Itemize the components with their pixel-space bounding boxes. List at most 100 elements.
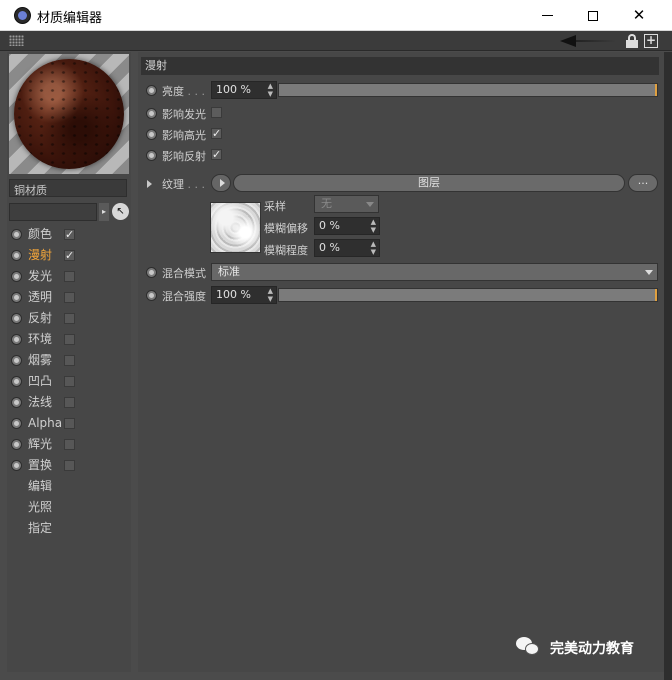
texture-thumbnail[interactable] <box>210 202 261 253</box>
channel-radio[interactable] <box>11 439 22 450</box>
channel-item[interactable]: 漫射 ✓ <box>7 245 131 266</box>
channel-radio[interactable] <box>11 418 22 429</box>
channel-label: 漫射 <box>28 248 53 262</box>
channel-checkbox[interactable] <box>64 397 75 408</box>
material-menu-item[interactable]: 编辑 <box>7 476 131 497</box>
channel-item[interactable]: 凹凸 <box>7 371 131 392</box>
affect-luminance-label: 影响发光 <box>162 108 206 121</box>
affect-specular-checkbox[interactable]: ✓ <box>211 128 222 139</box>
affect-specular-radio[interactable] <box>146 129 157 140</box>
texture-dots: . . . <box>187 178 205 191</box>
blur-offset-input[interactable]: 0 % ▲ ▼ <box>314 217 380 235</box>
section-header-diffuse: 漫射 <box>141 57 659 75</box>
sampling-dropdown[interactable]: 无 <box>314 195 379 213</box>
channel-checkbox[interactable] <box>64 460 75 471</box>
lock-icon[interactable] <box>626 34 638 48</box>
sampling-value: 无 <box>321 197 332 210</box>
texture-more-button[interactable]: ... <box>628 174 658 192</box>
channel-item[interactable]: 环境 <box>7 329 131 350</box>
brightness-slider-handle[interactable] <box>655 84 657 96</box>
channel-item[interactable]: 置换 <box>7 455 131 476</box>
channel-checkbox[interactable] <box>64 313 75 324</box>
blur-scale-input[interactable]: 0 % ▲ ▼ <box>314 239 380 257</box>
channel-radio[interactable] <box>11 397 22 408</box>
close-button[interactable]: ✕ <box>616 0 662 30</box>
channel-radio[interactable] <box>11 313 22 324</box>
channel-checkbox[interactable]: ✓ <box>64 250 75 261</box>
channel-item[interactable]: Alpha <box>7 413 131 434</box>
cinema4d-app-icon <box>14 7 31 24</box>
grip-icon[interactable] <box>9 35 24 46</box>
channel-checkbox[interactable] <box>64 439 75 450</box>
mix-mode-row: 混合模式 标准 <box>138 263 664 283</box>
material-menu-item[interactable]: 光照 <box>7 497 131 518</box>
affect-reflection-checkbox[interactable]: ✓ <box>211 149 222 160</box>
new-window-icon[interactable]: + <box>644 34 658 48</box>
pick-cursor-icon[interactable]: ↖ <box>112 203 129 220</box>
channel-radio[interactable] <box>11 355 22 366</box>
material-search-field[interactable] <box>9 203 97 221</box>
sampling-chevron-down-icon <box>366 202 374 207</box>
channel-radio[interactable] <box>11 334 22 345</box>
title-bar: 材质编辑器 ✕ <box>0 0 672 31</box>
material-name-field[interactable]: 铜材质 <box>9 179 127 197</box>
channel-label: 法线 <box>28 395 53 409</box>
minimize-button[interactable] <box>524 0 570 30</box>
texture-expand-icon[interactable] <box>147 180 152 188</box>
channel-radio[interactable] <box>11 460 22 471</box>
mix-strength-slider[interactable] <box>278 288 658 302</box>
mix-strength-spinner-icon[interactable]: ▲ ▼ <box>268 287 273 303</box>
texture-label: 纹理 <box>162 178 184 191</box>
channel-radio[interactable] <box>11 292 22 303</box>
channel-item[interactable]: 透明 <box>7 287 131 308</box>
brightness-spinner-icon[interactable]: ▲ ▼ <box>268 82 273 98</box>
affect-luminance-radio[interactable] <box>146 108 157 119</box>
mix-mode-radio[interactable] <box>146 267 157 278</box>
blur-scale-label: 模糊程度 <box>264 244 308 257</box>
mix-mode-chevron-down-icon <box>645 270 653 275</box>
maximize-button[interactable] <box>570 0 616 30</box>
channel-checkbox[interactable]: ✓ <box>64 229 75 240</box>
blur-offset-spinner-icon[interactable]: ▲ ▼ <box>371 218 376 234</box>
channel-item[interactable]: 辉光 <box>7 434 131 455</box>
affect-reflection-row: 影响反射 ✓ <box>138 146 338 166</box>
back-arrow-icon[interactable] <box>560 35 576 47</box>
affect-specular-label: 影响高光 <box>162 129 206 142</box>
wechat-icon <box>516 637 540 657</box>
blur-offset-value: 0 % <box>319 219 340 232</box>
channel-item[interactable]: 反射 <box>7 308 131 329</box>
layer-button[interactable]: 图层 <box>233 174 625 192</box>
channel-radio[interactable] <box>11 271 22 282</box>
channel-item[interactable]: 发光 <box>7 266 131 287</box>
channel-checkbox[interactable] <box>64 355 75 366</box>
texture-menu-button[interactable] <box>211 174 231 192</box>
channel-item[interactable]: 烟雾 <box>7 350 131 371</box>
brightness-slider[interactable] <box>278 83 658 97</box>
channel-checkbox[interactable] <box>64 376 75 387</box>
material-preview[interactable] <box>9 54 129 174</box>
channel-item[interactable]: 法线 <box>7 392 131 413</box>
mix-mode-dropdown[interactable]: 标准 <box>211 263 658 281</box>
affect-luminance-checkbox[interactable] <box>211 107 222 118</box>
affect-luminance-row: 影响发光 <box>138 104 338 124</box>
channel-checkbox[interactable] <box>64 271 75 282</box>
channel-checkbox[interactable] <box>64 418 75 429</box>
affect-reflection-radio[interactable] <box>146 150 157 161</box>
channel-radio[interactable] <box>11 229 22 240</box>
brightness-input[interactable]: 100 % ▲ ▼ <box>211 81 277 99</box>
left-panel: 铜材质 ▸ ↖ 颜色 ✓ 漫射 ✓ 发光 透明反射环境 烟雾 凹凸法线 Alpha 辉光 置换 编辑光… <box>7 52 131 672</box>
channel-checkbox[interactable] <box>64 334 75 345</box>
search-arrow-icon[interactable]: ▸ <box>99 203 109 221</box>
channel-label: 反射 <box>28 311 53 325</box>
material-menu-item[interactable]: 指定 <box>7 518 131 539</box>
minimize-icon <box>541 15 553 16</box>
channel-radio[interactable] <box>11 376 22 387</box>
channel-checkbox[interactable] <box>64 292 75 303</box>
brightness-radio[interactable] <box>146 85 157 96</box>
channel-item[interactable]: 颜色 ✓ <box>7 224 131 245</box>
blur-scale-spinner-icon[interactable]: ▲ ▼ <box>371 240 376 256</box>
mix-strength-radio[interactable] <box>146 290 157 301</box>
channel-radio[interactable] <box>11 250 22 261</box>
mix-strength-input[interactable]: 100 % ▲ ▼ <box>211 286 277 304</box>
mix-strength-slider-handle[interactable] <box>655 289 657 301</box>
